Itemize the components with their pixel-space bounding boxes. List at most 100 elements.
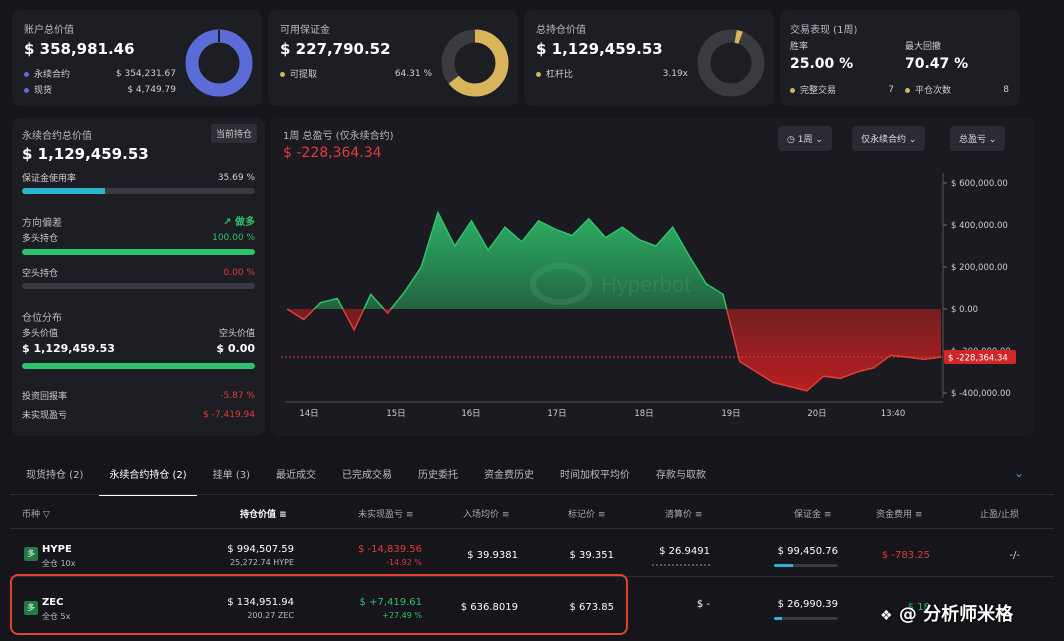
sort-icon: ≡: [597, 510, 606, 520]
tab-2[interactable]: 挂单 (3): [203, 466, 260, 496]
y-tick-label: $ 600,000.00: [951, 179, 1008, 189]
long-position-bar: [22, 249, 255, 255]
coin-name: HYPE: [42, 544, 72, 555]
sort-icon: ≡: [914, 510, 923, 520]
mark-price: $ 673.85: [569, 602, 614, 613]
short-position-bar: [22, 283, 255, 289]
collapse-chevron-icon[interactable]: ⌄: [1014, 466, 1024, 480]
filter-icon[interactable]: ▽: [43, 510, 50, 520]
close-count-row: 平仓次数 8: [905, 83, 1009, 96]
drawdown-value: 70.47 %: [905, 56, 969, 72]
sort-icon: ≡: [823, 510, 832, 520]
margin-value: $ 99,450.76: [777, 546, 838, 557]
drawdown-label: 最大回撤: [905, 42, 942, 52]
x-tick-label: 15日: [386, 409, 405, 419]
sort-icon: ≡: [501, 510, 510, 520]
y-tick-label: $ 400,000.00: [951, 221, 1008, 231]
margin-usage-bar: [22, 188, 255, 194]
pnl-chart-card: 1周 总盈亏 (仅永续合约) $ -228,364.34 ◷ 1周 ⌄ 仅永续合…: [271, 118, 1034, 436]
unrealized-pnl-row: 未实现盈亏 $ -7,419.94: [22, 409, 255, 422]
tab-7[interactable]: 时间加权平均价: [550, 466, 640, 496]
direction-bias-value: ↗ 做多: [223, 217, 255, 228]
col-funding[interactable]: 资金费用 ≡: [876, 507, 922, 520]
col-entry-price[interactable]: 入场均价 ≡: [463, 507, 509, 520]
margin-bar: [774, 564, 838, 567]
margin-usage-row: 保证金使用率 35.69 %: [22, 172, 255, 185]
margin-donut-chart: [441, 29, 509, 97]
long-badge-icon: 多: [24, 547, 38, 561]
mark-price: $ 39.351: [569, 550, 614, 561]
unrealized-pnl-pct: -14.92 %: [386, 558, 422, 567]
short-position-row: 空头持仓 0.00 %: [22, 267, 255, 280]
long-position-row: 多头持仓 100.00 %: [22, 232, 255, 245]
coin-leverage: 全仓 10x: [42, 559, 76, 568]
performance-label: 交易表现 (1周): [790, 25, 858, 36]
tab-4[interactable]: 已完成交易: [332, 466, 402, 496]
position-donut-chart: [697, 29, 765, 97]
distribution-bar: [22, 363, 255, 369]
account-row-spot: 现货 $ 4,749.79: [24, 83, 176, 96]
tab-5[interactable]: 历史委托: [408, 466, 468, 496]
account-donut-chart: [185, 29, 253, 97]
unrealized-pnl-pct: +27.49 %: [382, 611, 422, 620]
col-tpsl[interactable]: 止盈/止损: [980, 507, 1019, 520]
performance-card: 交易表现 (1周) 胜率 25.00 % 最大回撤 70.47 % 完整交易 7 …: [780, 10, 1020, 106]
col-liq-price[interactable]: 清算价 ≡: [665, 507, 702, 520]
position-size: 25,272.74 HYPE: [229, 558, 294, 567]
value-amounts-row: $ 1,129,459.53 $ 0.00: [22, 342, 255, 355]
account-row-perp: 永续合约 $ 354,231.67: [24, 67, 176, 80]
x-tick-label: 18日: [634, 409, 653, 419]
position-value: $ 134,951.94: [227, 597, 294, 608]
perp-value: $ 1,129,459.53: [22, 145, 149, 163]
account-value-card: 账户总价值 $ 358,981.46 永续合约 $ 354,231.67 现货 $ …: [12, 10, 262, 106]
x-tick-label: 19日: [721, 409, 740, 419]
win-rate-label: 胜率: [790, 42, 809, 52]
liq-price: $ 26.9491: [659, 546, 710, 557]
col-margin[interactable]: 保证金 ≡: [794, 507, 831, 520]
y-tick-label: $ 0.00: [951, 305, 978, 315]
sort-icon: ≡: [694, 510, 703, 520]
y-tick-label: $ -400,000.00: [951, 389, 1011, 399]
coin-name: ZEC: [42, 597, 64, 608]
unrealized-pnl: $ -14,839.56: [357, 544, 422, 555]
margin-bar: [774, 617, 838, 620]
value-labels-row: 多头价值 空头价值: [22, 329, 255, 339]
tab-0[interactable]: 现货持仓 (2): [16, 466, 93, 496]
col-position-value[interactable]: 持仓价值 ≡: [240, 507, 287, 520]
trend-up-icon: ↗: [223, 217, 232, 228]
perp-summary-card: 永续合约总价值 当前持仓 $ 1,129,459.53 保证金使用率 35.69 …: [12, 118, 265, 436]
current-position-badge[interactable]: 当前持仓: [210, 124, 257, 143]
x-tick-label: 20日: [807, 409, 826, 419]
unrealized-pnl: $ +7,419.61: [359, 597, 422, 608]
roi-row: 投资回报率 -5.87 %: [22, 390, 255, 403]
account-value-label: 账户总价值: [24, 25, 74, 36]
tab-1[interactable]: 永续合约持仓 (2): [99, 466, 197, 496]
tabs-bar: 现货持仓 (2) 永续合约持仓 (2) 挂单 (3) 最近成交 已完成交易 历史委托 资金费…: [16, 466, 1036, 496]
current-value-label: $ -228,364.34: [948, 353, 1008, 363]
direction-bias-label: 方向偏差: [22, 218, 62, 229]
long-badge-icon: 多: [24, 601, 38, 615]
margin-label: 可用保证金: [280, 25, 330, 36]
col-unrealized-pnl[interactable]: 未实现盈亏 ≡: [358, 507, 413, 520]
margin-value: $ 227,790.52: [280, 40, 391, 58]
margin-row: 可提取 64.31 %: [280, 67, 432, 80]
margin-value: $ 26,990.39: [777, 599, 838, 610]
col-coin[interactable]: 币种 ▽: [22, 507, 50, 520]
tab-8[interactable]: 存款与取款: [646, 466, 716, 496]
leverage-row: 杠杆比 3.19x: [536, 67, 688, 80]
x-tick-label: 13:40: [881, 409, 906, 419]
col-mark-price[interactable]: 标记价 ≡: [568, 507, 605, 520]
entry-price: $ 39.9381: [467, 550, 518, 561]
tab-3[interactable]: 最近成交: [266, 466, 326, 496]
tab-6[interactable]: 资金费历史: [474, 466, 544, 496]
position-value: $ 1,129,459.53: [536, 40, 663, 58]
position-label: 总持仓价值: [536, 25, 586, 36]
account-value: $ 358,981.46: [24, 40, 135, 58]
position-card: 总持仓价值 $ 1,129,459.53 杠杆比 3.19x: [524, 10, 774, 106]
table-row[interactable]: 多 HYPE 全仓 10x $ 994,507.59 25,272.74 HYP…: [10, 530, 1054, 574]
sort-icon: ≡: [279, 510, 287, 520]
position-value: $ 994,507.59: [227, 544, 294, 555]
position-size: 200.27 ZEC: [247, 611, 294, 620]
tpsl[interactable]: -/-: [970, 550, 1020, 561]
liq-dotted-bar: [652, 564, 710, 566]
